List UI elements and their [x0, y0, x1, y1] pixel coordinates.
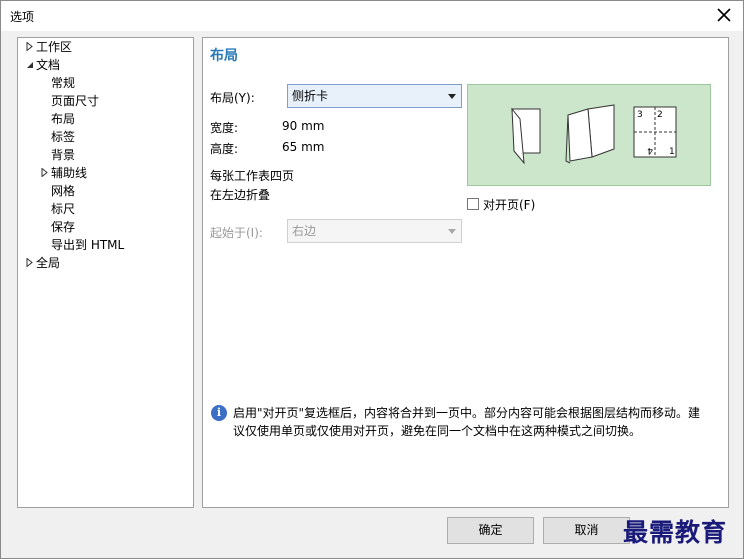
close-icon[interactable] — [711, 3, 737, 27]
layout-preview: 3 2 4 1 — [467, 84, 711, 186]
height-label: 高度: — [210, 142, 239, 156]
watermark-logo: 最需教育 — [623, 518, 728, 547]
expand-down-icon[interactable] — [26, 58, 36, 76]
cancel-button[interactable]: 取消 — [543, 517, 630, 544]
info-note: i 启用"对开页"复选框后，内容将合并到一页中。部分内容可能会根据图层结构而移动… — [211, 404, 711, 440]
chevron-down-icon — [448, 94, 456, 99]
tree-item-global[interactable]: 全局 — [26, 254, 60, 272]
title-bar: 选项 — [1, 1, 743, 31]
fold-illustration: 3 2 4 1 — [511, 104, 677, 165]
checkbox-box[interactable] — [467, 198, 479, 210]
category-tree: 工作区 文档 常规 页面尺寸 布局 标签 背景 辅助线 网格 标尺 保存 导出到… — [17, 37, 194, 508]
tree-item-background[interactable]: 背景 — [51, 146, 75, 164]
quadrant-number: 2 — [657, 110, 663, 120]
tree-item-layout[interactable]: 布局 — [51, 110, 75, 128]
tree-item-workspace[interactable]: 工作区 — [26, 38, 72, 56]
quadrant-number: 3 — [637, 110, 643, 120]
tree-item-general[interactable]: 常规 — [51, 74, 75, 92]
chevron-down-icon — [448, 229, 456, 234]
folded-card-icon — [511, 107, 541, 165]
tree-item-rulers[interactable]: 标尺 — [51, 200, 75, 218]
tree-item-label[interactable]: 标签 — [51, 128, 75, 146]
open-card-icon — [565, 104, 615, 164]
info-icon: i — [211, 405, 227, 421]
facing-pages-checkbox[interactable]: 对开页(F) — [467, 196, 535, 212]
expand-right-icon[interactable] — [41, 166, 51, 184]
tree-item-save[interactable]: 保存 — [51, 218, 75, 236]
width-value: 90 mm — [282, 119, 325, 133]
tree-item-guides[interactable]: 辅助线 — [41, 164, 87, 182]
tree-item-page-size[interactable]: 页面尺寸 — [51, 92, 99, 110]
expand-right-icon[interactable] — [26, 256, 36, 274]
info-text: 启用"对开页"复选框后，内容将合并到一页中。部分内容可能会根据图层结构而移动。建… — [233, 406, 701, 438]
height-value: 65 mm — [282, 140, 325, 154]
layout-select[interactable]: 侧折卡 — [287, 84, 462, 108]
fold-description: 在左边折叠 — [210, 188, 271, 202]
layout-panel: 布局 布局(Y): 侧折卡 宽度: 90 mm 高度: 65 mm 每张工作表四… — [202, 37, 729, 508]
sheet-description: 每张工作表四页 — [210, 169, 295, 183]
tree-item-grid[interactable]: 网格 — [51, 182, 75, 200]
start-select[interactable]: 右边 — [287, 219, 462, 243]
options-dialog: 选项 工作区 文档 常规 页面尺寸 布局 标签 背景 辅助线 网格 标尺 保存 … — [0, 0, 744, 559]
window-title: 选项 — [10, 10, 35, 24]
width-label: 宽度: — [210, 121, 239, 135]
ok-button[interactable]: 确定 — [447, 517, 534, 544]
facing-pages-label: 对开页(F) — [483, 197, 536, 212]
tree-item-document[interactable]: 文档 — [26, 56, 60, 74]
start-label: 起始于(I): — [210, 226, 263, 240]
panel-title: 布局 — [210, 48, 238, 64]
sheet-quadrants-icon: 3 2 4 1 — [633, 106, 677, 158]
quadrant-number: 4 — [647, 145, 653, 155]
tree-item-export-html[interactable]: 导出到 HTML — [51, 236, 124, 254]
quadrant-number: 1 — [669, 147, 675, 157]
layout-label: 布局(Y): — [210, 91, 255, 105]
